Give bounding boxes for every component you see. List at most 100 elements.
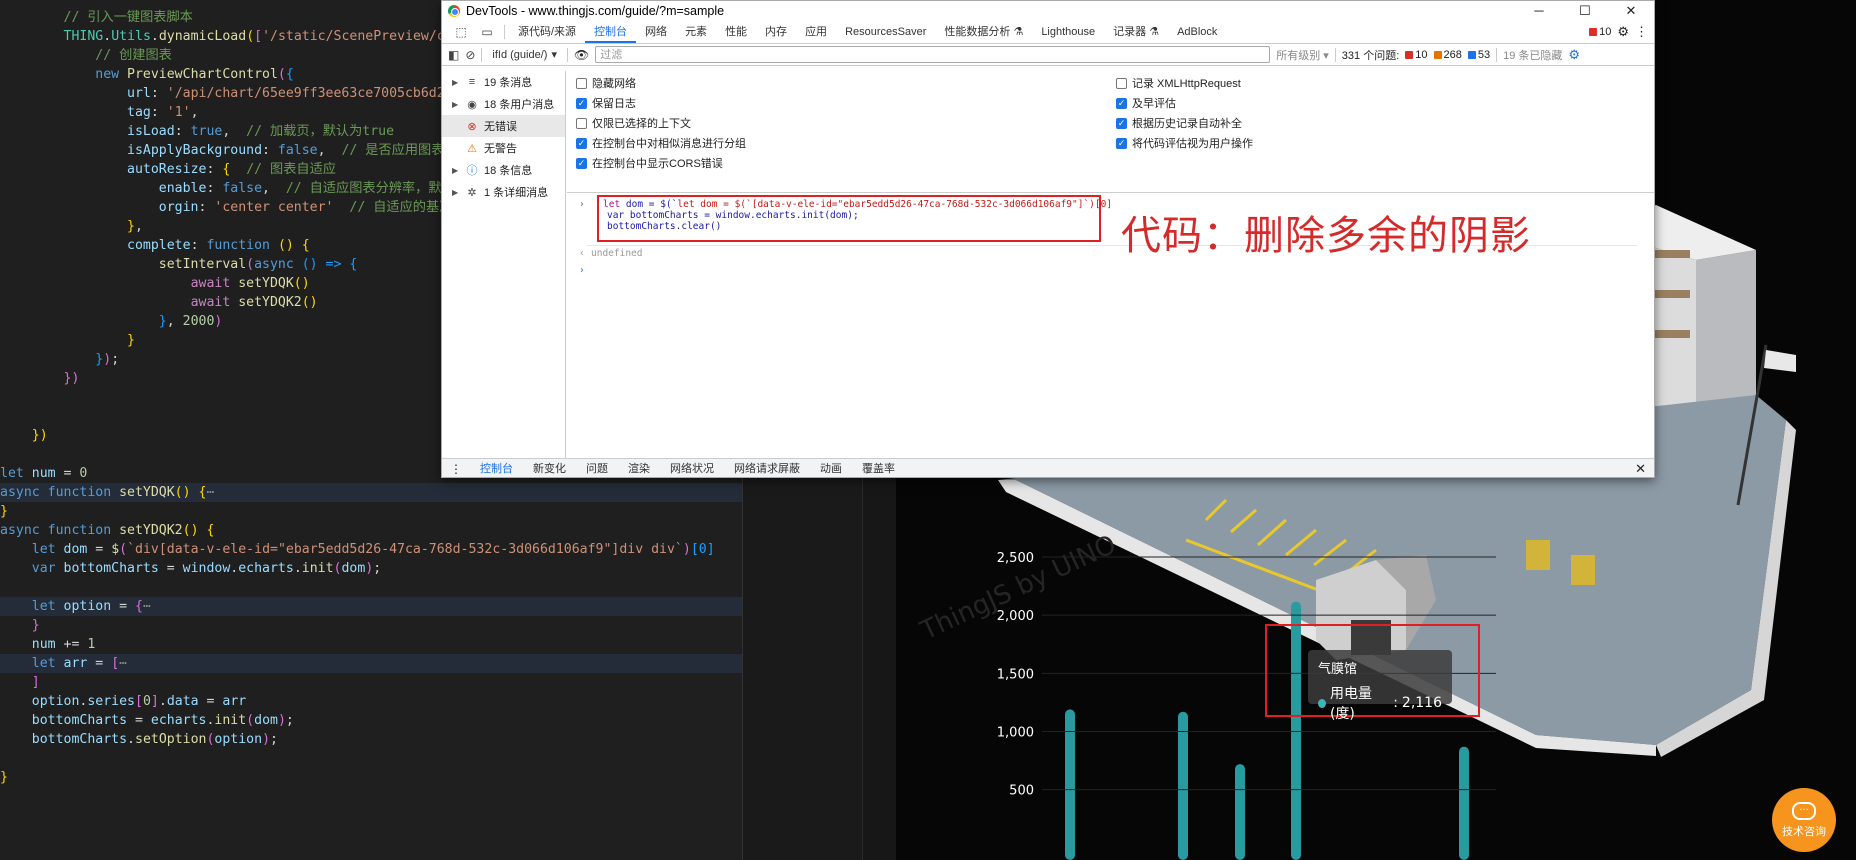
tab-10[interactable]: 记录器 ⚗ — [1104, 20, 1168, 43]
setting-option[interactable]: ✓ 根据历史记录自动补全 — [1116, 115, 1242, 131]
code-line[interactable]: } — [0, 616, 742, 635]
tab-3[interactable]: 元素 — [676, 20, 716, 43]
sidebar-item-2[interactable]: ⊗ 无错误 — [442, 115, 565, 137]
drawer-tab-7[interactable]: 覆盖率 — [852, 459, 905, 477]
checkbox[interactable] — [1116, 77, 1127, 89]
issues-info-count[interactable]: 53 — [1467, 49, 1490, 61]
tab-2[interactable]: 网络 — [636, 20, 676, 43]
code-line[interactable]: async function setYDQK() {⋯ — [0, 483, 742, 502]
checkbox[interactable]: ✓ — [576, 157, 587, 169]
settings-gear-icon[interactable]: ⚙ — [1617, 24, 1629, 40]
tab-6[interactable]: 应用 — [796, 20, 836, 43]
devtools-titlebar[interactable]: DevTools - www.thingjs.com/guide/?m=samp… — [442, 1, 1654, 20]
checkbox[interactable] — [576, 117, 587, 129]
drawer-tab-1[interactable]: 新变化 — [523, 459, 576, 477]
tab-0[interactable]: 源代码/来源 — [509, 20, 585, 43]
checkbox[interactable]: ✓ — [576, 97, 587, 109]
drawer-close-button[interactable]: ✕ — [1635, 461, 1654, 477]
consult-label: 技术咨询 — [1782, 824, 1826, 838]
setting-label: 将代码评估视为用户操作 — [1132, 138, 1253, 150]
tab-1[interactable]: 控制台 — [585, 20, 637, 43]
drawer-tab-2[interactable]: 问题 — [576, 459, 618, 477]
checkbox[interactable]: ✓ — [576, 137, 587, 149]
code-line[interactable]: let option = {⋯ — [0, 597, 742, 616]
sidebar-item-5[interactable]: ▶ ✲ 1 条详细消息 — [442, 181, 565, 203]
drawer-tab-6[interactable]: 动画 — [810, 459, 852, 477]
level-select[interactable]: 所有级别 ▾ — [1276, 47, 1329, 63]
scrollbar-strip[interactable] — [862, 478, 896, 860]
setting-option[interactable]: 仅限已选择的上下文 — [576, 115, 691, 131]
sidebar-item-0[interactable]: ▶ ≡ 19 条消息 — [442, 71, 565, 93]
console-settings-gear-icon[interactable]: ⚙ — [1568, 47, 1580, 63]
setting-option[interactable]: 隐藏网络 — [576, 75, 636, 91]
close-window-button[interactable]: ✕ — [1608, 3, 1654, 19]
code-token: enable — [158, 181, 207, 196]
filter-input[interactable] — [595, 46, 1271, 63]
tab-5[interactable]: 内存 — [756, 20, 796, 43]
drawer-menu-icon[interactable]: ⋮ — [442, 462, 470, 476]
setting-option[interactable]: ✓ 保留日志 — [576, 95, 636, 111]
code-line[interactable]: bottomCharts.setOption(option); — [0, 730, 742, 749]
sidebar-toggle-icon[interactable]: ◧ — [448, 48, 459, 62]
tab-11[interactable]: AdBlock — [1168, 20, 1226, 43]
bar[interactable] — [1178, 711, 1188, 860]
setting-option[interactable]: ✓ 在控制台中对相似消息进行分组 — [576, 135, 746, 151]
setting-option[interactable]: 记录 XMLHttpRequest — [1116, 75, 1241, 91]
code-line[interactable]: ] — [0, 673, 742, 692]
drawer-tab-5[interactable]: 网络请求屏蔽 — [724, 459, 810, 477]
setting-option[interactable]: ✓ 及早评估 — [1116, 95, 1176, 111]
minimize-button[interactable]: ─ — [1516, 3, 1562, 19]
sidebar-item-4[interactable]: ▶ ⓘ 18 条信息 — [442, 159, 565, 181]
code-token: ] — [31, 675, 40, 690]
code-line[interactable] — [0, 578, 742, 597]
console-prompt-icon[interactable]: › — [579, 265, 585, 276]
checkbox[interactable] — [576, 77, 587, 89]
bar[interactable] — [1459, 746, 1469, 860]
code-line[interactable]: bottomCharts = echarts.init(dom); — [0, 711, 742, 730]
sidebar-item-icon: ⚠ — [467, 142, 477, 155]
code-line[interactable]: num += 1 — [0, 635, 742, 654]
code-token: num — [31, 637, 56, 652]
checkbox[interactable]: ✓ — [1116, 97, 1127, 109]
code-line[interactable] — [0, 749, 742, 768]
tab-7[interactable]: ResourcesSaver — [836, 20, 935, 43]
setting-option[interactable]: ✓ 将代码评估视为用户操作 — [1116, 135, 1253, 151]
code-line[interactable]: } — [0, 768, 742, 787]
code-line[interactable]: let arr = [⋯ — [0, 654, 742, 673]
drawer-tab-0[interactable]: 控制台 — [470, 459, 523, 477]
code-token: () => { — [301, 257, 358, 272]
context-select[interactable]: ifId (guide/) ▾ — [488, 48, 561, 62]
checkbox[interactable]: ✓ — [1116, 137, 1127, 149]
code-token: }) — [63, 371, 80, 386]
tab-4[interactable]: 性能 — [716, 20, 756, 43]
error-counter[interactable]: 10 — [1589, 26, 1611, 38]
code-line[interactable]: option.series[0].data = arr — [0, 692, 742, 711]
sidebar-item-1[interactable]: ▶ ◉ 18 条用户消息 — [442, 93, 565, 115]
clear-console-icon[interactable]: ⊘ — [465, 48, 475, 62]
inspect-element-icon[interactable]: ⬚ — [448, 21, 474, 43]
code-line[interactable]: let dom = $(`div[data-v-ele-id="ebar5edd… — [0, 540, 742, 559]
setting-option[interactable]: ✓ 在控制台中显示CORS错误 — [576, 155, 723, 171]
consult-button[interactable]: ··· 技术咨询 — [1772, 788, 1836, 852]
tab-8[interactable]: 性能数据分析 ⚗ — [935, 20, 1032, 43]
device-toggle-icon[interactable]: ▭ — [474, 21, 500, 43]
code-line[interactable]: } — [0, 502, 742, 521]
issues-error-count[interactable]: 10 — [1405, 49, 1428, 61]
devtools-tabs: 源代码/来源 控制台 网络 元素 性能 内存 应用 ResourcesSaver 性能数据分析 … — [509, 20, 1226, 43]
live-expression-eye-icon[interactable]: 👁 — [574, 48, 589, 62]
checkbox[interactable]: ✓ — [1116, 117, 1127, 129]
code-token: [0] — [690, 542, 715, 557]
hidden-count: 19 条已隐藏 — [1503, 49, 1563, 62]
code-line[interactable]: async function setYDQK2() { — [0, 521, 742, 540]
tab-9[interactable]: Lighthouse — [1032, 20, 1104, 43]
code-line[interactable]: var bottomCharts = window.echarts.init(d… — [0, 559, 742, 578]
code-token: } — [0, 770, 8, 785]
sidebar-item-3[interactable]: ⚠ 无警告 — [442, 137, 565, 159]
drawer-tab-3[interactable]: 渲染 — [618, 459, 660, 477]
issues-warning-count[interactable]: 268 — [1433, 49, 1462, 61]
maximize-button[interactable]: ☐ — [1562, 3, 1608, 19]
more-menu-icon[interactable]: ⋮ — [1635, 24, 1648, 40]
bar[interactable] — [1235, 764, 1245, 860]
drawer-tab-4[interactable]: 网络状况 — [660, 459, 724, 477]
